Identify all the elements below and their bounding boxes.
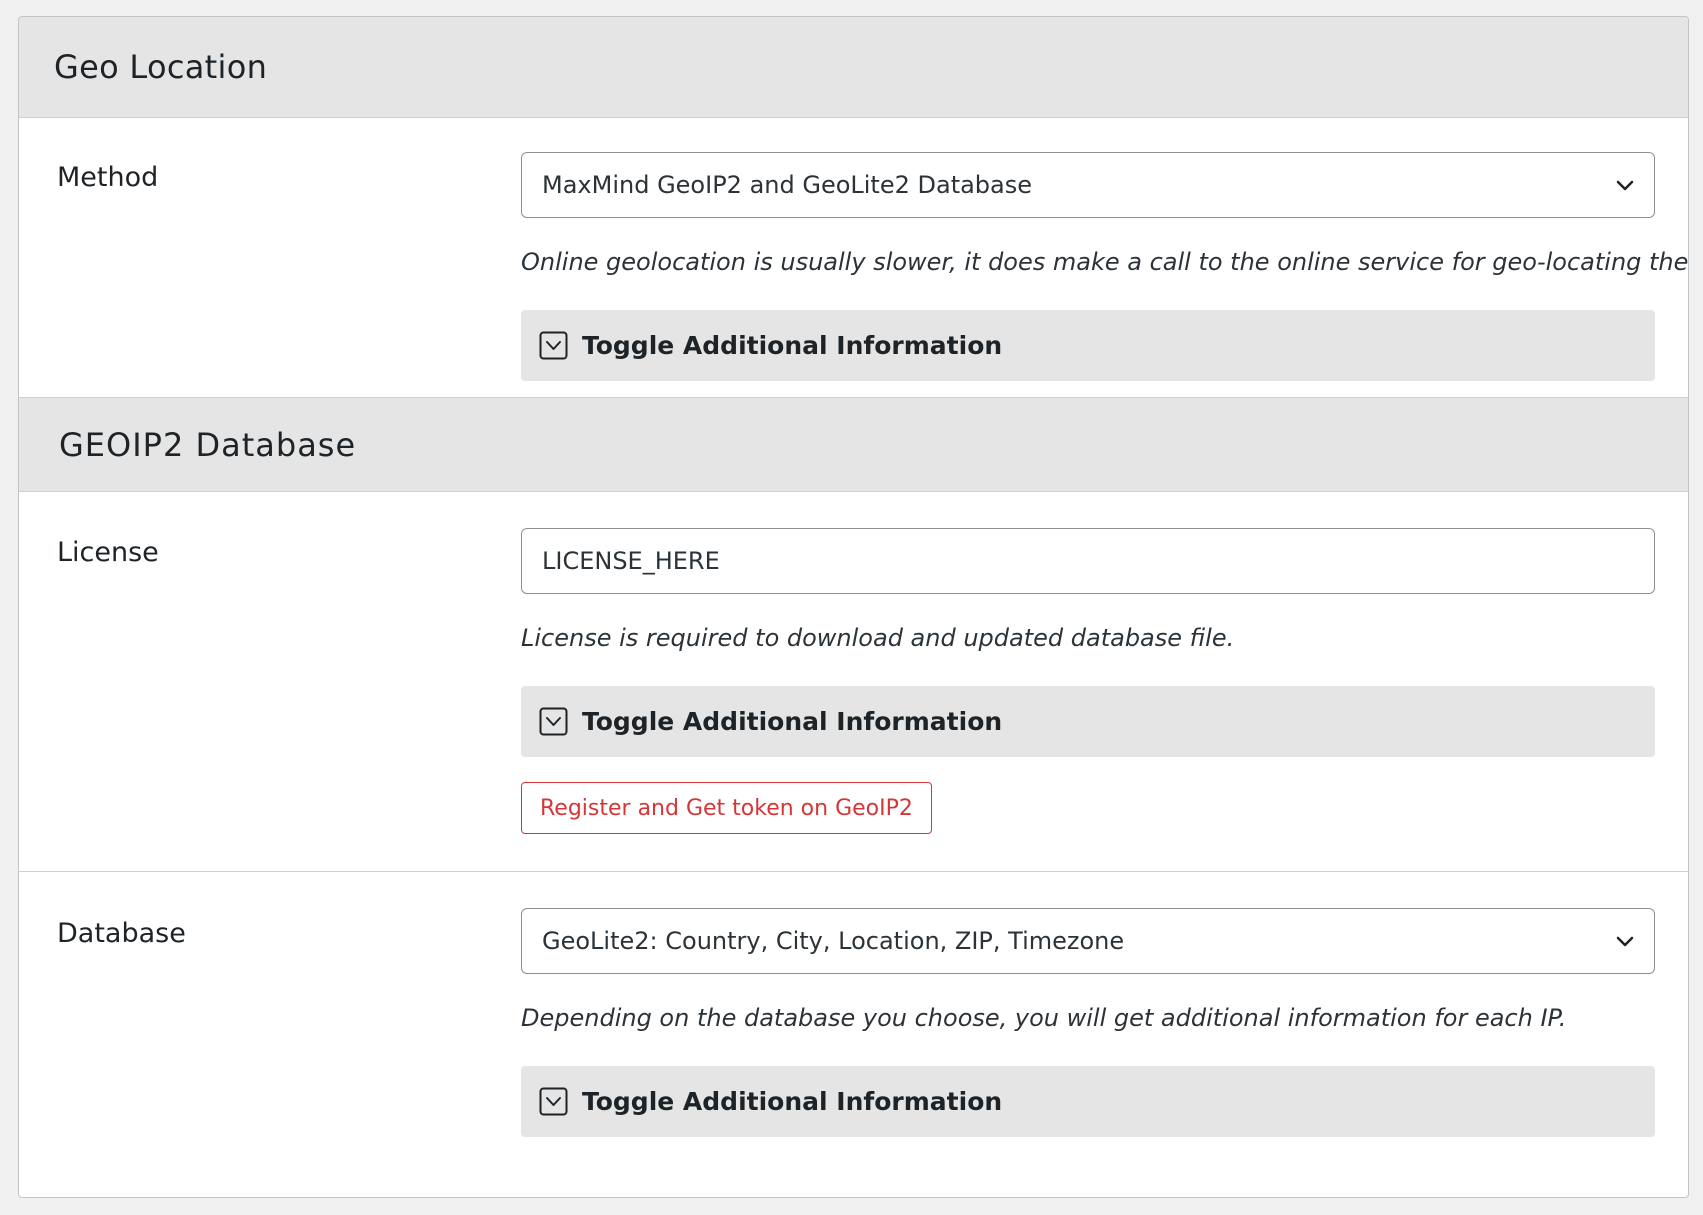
- license-toggle-label: Toggle Additional Information: [582, 707, 1003, 736]
- toggle-chevron-icon: [539, 1087, 568, 1116]
- database-selected-value: GeoLite2: Country, City, Location, ZIP, …: [542, 927, 1125, 955]
- database-control: GeoLite2: Country, City, Location, ZIP, …: [521, 908, 1655, 1137]
- geoip2-database-title: GEOIP2 Database: [59, 425, 357, 464]
- license-control: LICENSE_HERE License is required to down…: [521, 528, 1655, 834]
- database-toggle-info-button[interactable]: Toggle Additional Information: [521, 1066, 1655, 1137]
- method-description: Online geolocation is usually slower, it…: [521, 248, 1689, 276]
- method-select[interactable]: MaxMind GeoIP2 and GeoLite2 Database: [521, 152, 1655, 218]
- method-control: MaxMind GeoIP2 and GeoLite2 Database Onl…: [521, 152, 1689, 381]
- license-description: License is required to download and upda…: [521, 624, 1235, 652]
- license-row: License LICENSE_HERE License is required…: [19, 492, 1688, 872]
- license-input[interactable]: LICENSE_HERE: [521, 528, 1655, 594]
- method-row: Method MaxMind GeoIP2 and GeoLite2 Datab…: [19, 118, 1688, 397]
- geo-location-header: Geo Location: [19, 17, 1688, 118]
- settings-panel: Geo Location Method MaxMind GeoIP2 and G…: [18, 16, 1689, 1198]
- database-label: Database: [57, 918, 186, 949]
- geoip2-database-header: GEOIP2 Database: [19, 397, 1688, 492]
- database-toggle-label: Toggle Additional Information: [582, 1087, 1003, 1116]
- method-selected-value: MaxMind GeoIP2 and GeoLite2 Database: [542, 171, 1033, 199]
- license-label: License: [57, 537, 159, 568]
- database-description: Depending on the database you choose, yo…: [521, 1004, 1567, 1032]
- database-select[interactable]: GeoLite2: Country, City, Location, ZIP, …: [521, 908, 1655, 974]
- toggle-chevron-icon: [539, 331, 568, 360]
- toggle-chevron-icon: [539, 707, 568, 736]
- chevron-down-icon: [1616, 936, 1634, 947]
- method-toggle-label: Toggle Additional Information: [582, 331, 1003, 360]
- chevron-down-icon: [1616, 180, 1634, 191]
- geo-location-title: Geo Location: [54, 48, 268, 86]
- license-toggle-info-button[interactable]: Toggle Additional Information: [521, 686, 1655, 757]
- register-token-button[interactable]: Register and Get token on GeoIP2: [521, 782, 932, 834]
- license-input-value: LICENSE_HERE: [542, 547, 720, 575]
- method-label: Method: [57, 162, 159, 193]
- method-toggle-info-button[interactable]: Toggle Additional Information: [521, 310, 1655, 381]
- database-row: Database GeoLite2: Country, City, Locati…: [19, 872, 1688, 1172]
